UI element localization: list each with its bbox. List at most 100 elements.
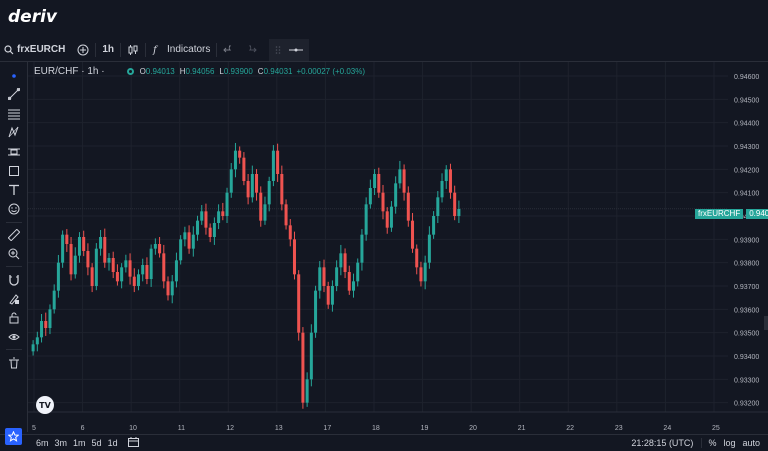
indicators-button[interactable]: f Indicators (146, 38, 216, 62)
candle-body (444, 169, 448, 181)
series-visibility-icon[interactable] (126, 67, 134, 75)
floating-toolbar[interactable] (269, 38, 310, 61)
candle-body (360, 234, 364, 263)
candle-body (339, 253, 343, 268)
price-chart[interactable]: 0.94600 0.94500 0.94400 0.94300 0.94200 0.941… (28, 62, 768, 434)
candle-body (31, 344, 35, 352)
range-1d[interactable]: 1d (108, 438, 118, 448)
legend-change: +0.00027 (+0.03%) (296, 66, 366, 76)
hide-drawings-tool[interactable] (6, 329, 22, 345)
tools-divider (6, 349, 22, 350)
candle-body (229, 169, 233, 193)
stay-drawing-tool[interactable] (6, 291, 22, 307)
candle-body (368, 188, 372, 205)
candle-body (427, 234, 431, 263)
range-1m[interactable]: 1m (73, 438, 86, 448)
range-3m[interactable]: 3m (55, 438, 68, 448)
goto-date-button[interactable] (127, 437, 139, 449)
range-6m[interactable]: 6m (36, 438, 49, 448)
horizontal-line-icon[interactable] (289, 45, 304, 55)
trend-line-tool[interactable] (6, 86, 22, 102)
ruler-tool[interactable] (6, 227, 22, 243)
magnet-tool[interactable] (6, 272, 22, 288)
redo-button[interactable] (240, 38, 263, 62)
y-tick-label: 0.93300 (734, 377, 759, 384)
calendar-icon (127, 437, 139, 447)
candle-body (301, 332, 305, 403)
y-tick-label: 0.94400 (734, 121, 759, 128)
candle-body (297, 274, 301, 333)
cursor-tool[interactable] (6, 68, 22, 84)
range-5d[interactable]: 5d (92, 438, 102, 448)
emoji-tool[interactable] (6, 201, 22, 217)
percent-scale-toggle[interactable]: % (708, 438, 716, 448)
measure-tool[interactable] (6, 144, 22, 160)
candle-body (35, 337, 39, 345)
candle-body (183, 232, 187, 240)
candle-body (335, 267, 339, 286)
candle-body (52, 290, 56, 310)
candle-body (191, 234, 195, 249)
legend-title[interactable]: EUR/CHF · 1h · (34, 66, 105, 77)
undo-button[interactable] (217, 38, 240, 62)
candle-body (432, 216, 436, 235)
pattern-icon (8, 126, 19, 138)
scale-handle[interactable] (764, 316, 768, 330)
candle-body (457, 209, 461, 216)
symbol-search-button[interactable]: frxEURCH (0, 38, 71, 62)
candle-body (305, 379, 309, 403)
rectangle-tool[interactable] (6, 163, 22, 179)
candle-body (309, 332, 313, 380)
candle-body (124, 260, 128, 268)
server-time[interactable]: 21:28:15 (UTC) (631, 438, 693, 448)
tradingview-logo[interactable]: TV (36, 396, 54, 414)
x-tick-label: 6 (81, 425, 85, 432)
candle-body (322, 267, 326, 286)
log-scale-toggle[interactable]: log (723, 438, 735, 448)
candle-body (436, 197, 440, 216)
search-icon (4, 44, 14, 54)
add-circle-icon (77, 44, 89, 55)
y-tick-label: 0.93500 (734, 331, 759, 338)
emoji-icon (8, 203, 20, 215)
x-tick-label: 24 (663, 425, 671, 432)
price-axis: 0.94600 0.94500 0.94400 0.94300 0.94200 0.941… (728, 62, 768, 434)
candle-body (276, 150, 280, 174)
top-bar: deriv (0, 0, 768, 38)
remove-drawings-tool[interactable] (6, 355, 22, 371)
y-tick-label: 0.94200 (734, 167, 759, 174)
candle-body (381, 192, 385, 212)
drag-handle-icon[interactable] (275, 45, 281, 55)
candle-body (343, 253, 347, 272)
favorites-button[interactable] (5, 428, 22, 445)
y-tick-label: 0.94600 (734, 74, 759, 81)
auto-scale-toggle[interactable]: auto (742, 438, 760, 448)
x-tick-label: 18 (372, 425, 380, 432)
candle-body (77, 237, 81, 256)
candle-body (200, 211, 204, 221)
y-tick-label: 0.94100 (734, 191, 759, 198)
candle-body (99, 237, 103, 249)
pattern-tool[interactable] (6, 124, 22, 140)
candle-body (94, 248, 98, 286)
y-tick-label: 0.93800 (734, 261, 759, 268)
lock-drawings-tool[interactable] (6, 310, 22, 326)
text-tool[interactable] (6, 182, 22, 198)
candle-body (204, 211, 208, 228)
candle-body (402, 169, 406, 193)
star-icon (8, 431, 19, 442)
timeframe-button[interactable]: 1h (96, 38, 120, 62)
function-icon: f (152, 45, 159, 55)
deriv-logo[interactable]: deriv (8, 7, 57, 27)
fib-tool[interactable] (6, 106, 22, 122)
candle-body (145, 265, 149, 279)
candle-body (419, 267, 423, 282)
compare-symbol-button[interactable] (71, 38, 95, 62)
indicators-label: Indicators (167, 44, 211, 55)
zoom-in-tool[interactable] (6, 246, 22, 262)
candle-body (120, 267, 124, 282)
y-tick-label: 0.93200 (734, 401, 759, 408)
x-tick-label: 23 (615, 425, 623, 432)
candle-body (398, 169, 402, 184)
chart-type-button[interactable] (121, 38, 145, 62)
